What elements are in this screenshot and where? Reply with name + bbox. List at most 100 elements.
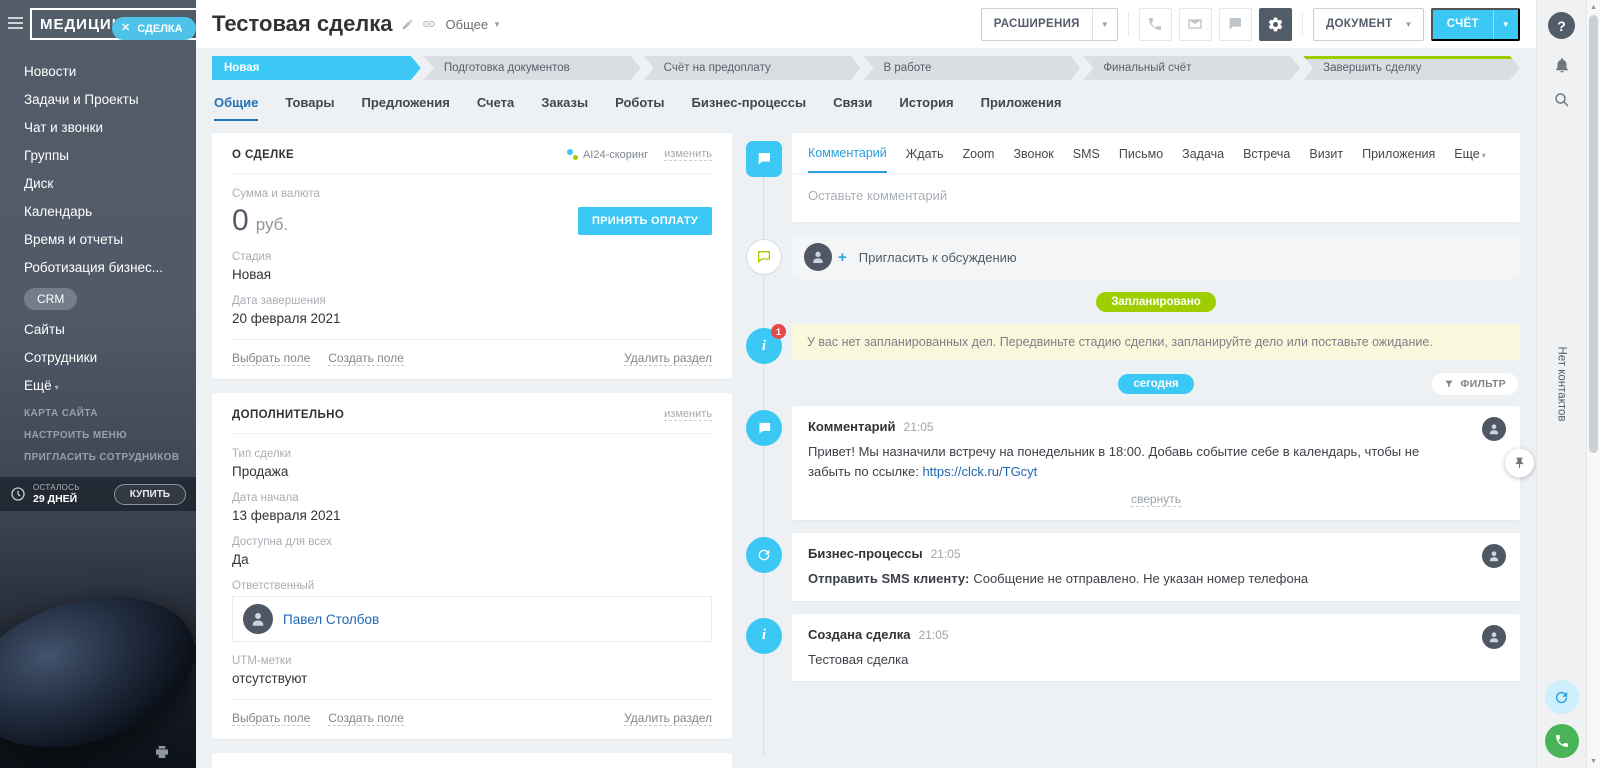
- deal-chip[interactable]: ✕ СДЕЛКА: [112, 17, 196, 40]
- tab-history[interactable]: История: [899, 95, 953, 121]
- sidebar-item-calendar[interactable]: Календарь: [0, 198, 196, 226]
- divider: [1302, 12, 1303, 36]
- scroll-up-arrow[interactable]: ▲: [1587, 0, 1600, 14]
- extensions-dropdown[interactable]: ▼: [1092, 9, 1117, 40]
- create-field-link[interactable]: Создать поле: [328, 351, 404, 366]
- responsible-user-link[interactable]: Павел Столбов: [283, 612, 379, 627]
- edit-title-icon[interactable]: [401, 18, 414, 31]
- select-field-link[interactable]: Выбрать поле: [232, 351, 310, 366]
- sidebar-item-more[interactable]: Ещё▾: [0, 372, 196, 402]
- entry-card: Бизнес-процессы 21:05 Отправить SMS клие…: [792, 533, 1520, 601]
- help-button[interactable]: ?: [1548, 12, 1575, 39]
- stage-close-deal[interactable]: Завершить сделку: [1303, 56, 1520, 80]
- tab-products[interactable]: Товары: [285, 95, 334, 121]
- sidebar-item-employees[interactable]: Сотрудники: [0, 344, 196, 372]
- field-value[interactable]: Новая: [232, 267, 712, 282]
- tab-apps[interactable]: Приложения: [981, 95, 1062, 121]
- delete-section-link[interactable]: Удалить раздел: [624, 711, 712, 726]
- filter-button[interactable]: ФИЛЬТР: [1432, 373, 1518, 395]
- link-icon[interactable]: [422, 17, 436, 31]
- sidebar-item-tasks[interactable]: Задачи и Проекты: [0, 86, 196, 114]
- scope-selector[interactable]: Общее ▼: [446, 17, 502, 32]
- tab-quotes[interactable]: Предложения: [362, 95, 450, 121]
- sidebar-item-disk[interactable]: Диск: [0, 170, 196, 198]
- collapse-link[interactable]: свернуть: [1131, 492, 1181, 507]
- sidebar-item-automation[interactable]: Роботизация бизнес...: [0, 254, 196, 282]
- tl-tab-task[interactable]: Задача: [1182, 147, 1224, 172]
- sidebar-item-sites[interactable]: Сайты: [0, 316, 196, 344]
- document-button[interactable]: ДОКУМЕНТ ▼: [1313, 8, 1424, 41]
- sidebar-item-chat[interactable]: Чат и звонки: [0, 114, 196, 142]
- invite-employees-link[interactable]: ПРИГЛАСИТЬ СОТРУДНИКОВ: [24, 452, 180, 463]
- field-value[interactable]: 13 февраля 2021: [232, 508, 712, 523]
- tl-tab-wait[interactable]: Ждать: [906, 147, 944, 172]
- entry-title: Создана сделка: [808, 627, 911, 642]
- stage-docs[interactable]: Подготовка документов: [424, 56, 641, 80]
- tl-tab-more[interactable]: Еще▾: [1454, 147, 1485, 172]
- page-scrollbar[interactable]: ▲ ▼: [1586, 0, 1600, 768]
- ai-scoring-button[interactable]: AI24-скоринг: [567, 149, 648, 161]
- tl-tab-comment[interactable]: Комментарий: [808, 146, 887, 173]
- stage-final-invoice[interactable]: Финальный счёт: [1083, 56, 1300, 80]
- tl-tab-meeting[interactable]: Встреча: [1243, 147, 1290, 172]
- extensions-button[interactable]: РАСШИРЕНИЯ ▼: [981, 8, 1118, 41]
- sidebar-item-crm[interactable]: CRM: [0, 282, 196, 316]
- planned-badge-row: Запланировано: [792, 292, 1520, 312]
- recent-activity-button[interactable]: [1545, 680, 1579, 714]
- invite-to-discussion[interactable]: + Пригласить к обсуждению: [792, 235, 1520, 279]
- tl-tab-sms[interactable]: SMS: [1073, 147, 1100, 172]
- phone-button[interactable]: [1139, 8, 1172, 41]
- stage-in-progress[interactable]: В работе: [863, 56, 1080, 80]
- telephony-button[interactable]: [1545, 724, 1579, 758]
- configure-menu-link[interactable]: НАСТРОИТЬ МЕНЮ: [24, 430, 180, 441]
- tab-invoices[interactable]: Счета: [477, 95, 514, 121]
- sitemap-link[interactable]: КАРТА САЙТА: [24, 408, 180, 419]
- tl-tab-email[interactable]: Письмо: [1119, 147, 1163, 172]
- menu-toggle-icon[interactable]: [8, 17, 23, 29]
- edit-link[interactable]: изменить: [664, 408, 712, 421]
- add-user-icon[interactable]: +: [838, 249, 847, 266]
- buy-button[interactable]: КУПИТЬ: [114, 484, 186, 505]
- pin-button[interactable]: [1505, 449, 1534, 478]
- notifications-bell-icon[interactable]: [1553, 56, 1571, 74]
- card-header: ДОПОЛНИТЕЛЬНО изменить: [232, 408, 712, 434]
- edit-link[interactable]: изменить: [664, 148, 712, 161]
- tab-general[interactable]: Общие: [214, 95, 258, 121]
- field-value[interactable]: 20 февраля 2021: [232, 311, 712, 326]
- tab-bizproc[interactable]: Бизнес-процессы: [692, 95, 807, 121]
- tl-tab-visit[interactable]: Визит: [1309, 147, 1343, 172]
- sidebar-item-time-reports[interactable]: Время и отчеты: [0, 226, 196, 254]
- select-field-link[interactable]: Выбрать поле: [232, 711, 310, 726]
- tl-tab-apps[interactable]: Приложения: [1362, 147, 1435, 172]
- search-icon[interactable]: [1553, 91, 1571, 109]
- printer-icon[interactable]: [154, 744, 170, 760]
- tl-tab-zoom[interactable]: Zoom: [963, 147, 995, 172]
- delete-section-link[interactable]: Удалить раздел: [624, 351, 712, 366]
- create-field-link[interactable]: Создать поле: [328, 711, 404, 726]
- comment-link[interactable]: https://clck.ru/TGcyt: [922, 464, 1037, 479]
- tl-tab-call[interactable]: Звонок: [1013, 147, 1053, 172]
- close-icon[interactable]: ✕: [121, 23, 130, 34]
- invoice-dropdown[interactable]: ▼: [1493, 10, 1518, 39]
- tab-links[interactable]: Связи: [833, 95, 872, 121]
- accept-payment-button[interactable]: ПРИНЯТЬ ОПЛАТУ: [578, 207, 712, 235]
- amount-field: Сумма и валюта 0 руб. ПРИНЯТЬ ОПЛАТУ: [232, 188, 712, 238]
- stage-prepayment[interactable]: Счёт на предоплату: [644, 56, 861, 80]
- sidebar-item-groups[interactable]: Группы: [0, 142, 196, 170]
- tab-robots[interactable]: Роботы: [615, 95, 664, 121]
- chat-button[interactable]: [1219, 8, 1252, 41]
- stage-new[interactable]: Новая: [212, 56, 421, 80]
- field-value[interactable]: Да: [232, 552, 712, 567]
- invoice-button[interactable]: СЧЁТ ▼: [1431, 8, 1520, 41]
- deal-chip-label: СДЕЛКА: [137, 23, 182, 35]
- sidebar-item-news[interactable]: Новости: [0, 58, 196, 86]
- comment-input[interactable]: [808, 188, 1504, 203]
- scrollbar-thumb[interactable]: [1589, 15, 1598, 453]
- avatar: [1482, 417, 1506, 441]
- mail-button[interactable]: [1179, 8, 1212, 41]
- tab-orders[interactable]: Заказы: [541, 95, 588, 121]
- scroll-down-arrow[interactable]: ▼: [1587, 754, 1600, 768]
- settings-button[interactable]: [1259, 8, 1292, 41]
- timeline-entry-comment: Комментарий 21:05 Привет! Мы назначили в…: [792, 406, 1520, 520]
- field-value[interactable]: Продажа: [232, 464, 712, 479]
